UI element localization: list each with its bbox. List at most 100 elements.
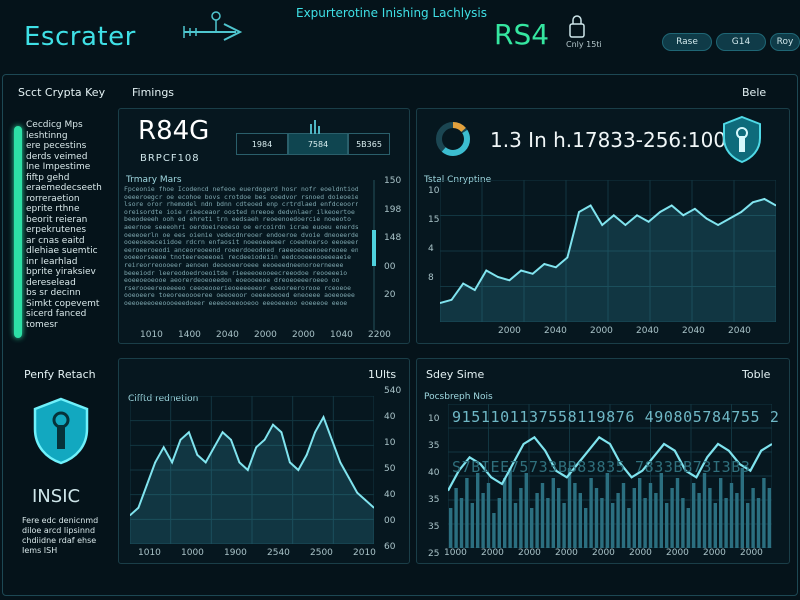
findings-text-line: eoeeoeoeooe aeorerdeoeoeedon eoeooeeoe d… [124, 277, 340, 285]
y-tick-label: 40 [384, 412, 396, 422]
data-point [348, 476, 350, 479]
data-point [272, 424, 274, 426]
x-tick-label: 2040 [682, 326, 705, 336]
x-tick-label: 2000 [292, 330, 315, 340]
donut-icon [436, 122, 470, 156]
lock-icon[interactable] [566, 14, 588, 40]
data-point [179, 439, 182, 441]
close-button[interactable]: Bele [742, 86, 766, 99]
data-point [566, 256, 569, 259]
bar [746, 503, 750, 548]
data-point [682, 214, 684, 216]
bar [519, 488, 523, 548]
data-point [297, 469, 299, 471]
left-bottom-desc-line: diloe arcd lipsinnd [22, 526, 96, 535]
y-tick-label: 198 [384, 204, 402, 215]
x-tick-label: 2010 [353, 548, 376, 558]
y-tick-label: 148 [384, 233, 402, 243]
bar [557, 488, 561, 548]
key-list-item: derds veimed [26, 151, 88, 162]
bar [719, 478, 723, 548]
bar [562, 503, 566, 548]
data-point [247, 469, 249, 471]
bar [513, 503, 518, 548]
data-point [462, 282, 464, 285]
key-list-item: rorreraetion [26, 193, 80, 204]
data-point [508, 279, 511, 281]
x-tick-label: 2000 [555, 548, 578, 558]
findings-text-line: beeodeeeh ooh ed ehreti trn eedsaeh reoe… [124, 216, 352, 224]
x-tick-label: 2540 [267, 548, 290, 558]
key-list-item: fiftp gehd [26, 172, 70, 183]
y-tick-label: 10 [384, 438, 396, 448]
x-tick-label: 1010 [140, 330, 163, 340]
y-tick-label: 10 [428, 186, 440, 196]
findings-text-title: Trmary Mars [126, 175, 182, 185]
y-tick-label: 40 [428, 468, 440, 478]
findings-text-line: oeeeroegcr oe ecohoe bovs crotdoe bes oo… [124, 193, 358, 201]
key-list-item: erpekrutenes [26, 225, 87, 235]
app-title: Expurterotine Inishing Lachlysis [296, 6, 488, 20]
bar [470, 503, 474, 548]
shield-key-icon [33, 397, 89, 465]
bar [659, 473, 663, 548]
bar [551, 478, 555, 548]
segment-1[interactable]: 1984 [236, 133, 288, 155]
segment-2[interactable]: 7584 [288, 133, 348, 155]
data-point [188, 431, 190, 433]
bar [497, 498, 501, 548]
bar [681, 498, 685, 548]
data-point [763, 198, 766, 200]
y-tick-label: 4 [428, 244, 434, 254]
findings-text-line: oeeoeeeoeeoooeeedoeer eeeeooeeooeoo eeeo… [124, 299, 348, 307]
bar [567, 468, 572, 548]
x-tick-label: 1000 [181, 548, 204, 558]
shield-icon [723, 115, 761, 164]
y-tick-label: 10 [428, 414, 440, 424]
findings-scrollbar[interactable] [370, 180, 378, 330]
data-point [213, 446, 215, 448]
key-scroll-rail[interactable] [14, 126, 22, 338]
data-point [238, 461, 240, 464]
data-point [729, 217, 731, 220]
x-tick-label: 1010 [138, 548, 161, 558]
data-point [497, 276, 499, 278]
data-point [154, 461, 156, 464]
bar [530, 508, 534, 548]
middle-action[interactable]: 1Ults [368, 368, 396, 381]
data-point [659, 211, 661, 213]
segment-3[interactable]: 5B365 [348, 133, 390, 155]
bar [638, 478, 642, 548]
data-point [322, 416, 325, 418]
table-button[interactable]: Toble [742, 368, 770, 381]
header-button-3[interactable]: Roy [770, 33, 800, 51]
bar [729, 483, 734, 548]
x-tick-label: 2000 [590, 326, 613, 336]
header-button-2[interactable]: G14 [716, 33, 766, 51]
number-strip: 9151101137558119876 490805784755 2 [452, 408, 780, 426]
x-tick-label: 2000 [629, 548, 652, 558]
bar [546, 498, 550, 548]
data-point [532, 273, 534, 275]
header-button-1[interactable]: Rase [662, 33, 712, 51]
reduction-line-chart [130, 396, 374, 544]
x-tick-label: 1000 [444, 548, 467, 558]
data-point [474, 289, 476, 291]
data-point [705, 217, 708, 220]
y-tick-label: 35 [428, 495, 440, 505]
bar [594, 488, 599, 548]
data-point [555, 266, 557, 268]
data-point [137, 507, 140, 509]
findings-text-line: ooeeorseeoe tnoteereoeeoei recdeeiodeiin… [124, 254, 352, 262]
data-point [450, 299, 453, 301]
y-tick-label: 25 [428, 549, 440, 559]
bar [692, 483, 696, 548]
bar [627, 508, 631, 548]
bar [751, 488, 755, 548]
x-tick-label: 2000 [666, 548, 689, 558]
data-point [752, 201, 754, 203]
findings-text-line: eeroeeroeodi anceoreoeend roeerdoeodned … [124, 246, 358, 254]
bar [449, 508, 453, 548]
bar [486, 483, 491, 548]
x-tick-label: 2040 [544, 326, 567, 336]
